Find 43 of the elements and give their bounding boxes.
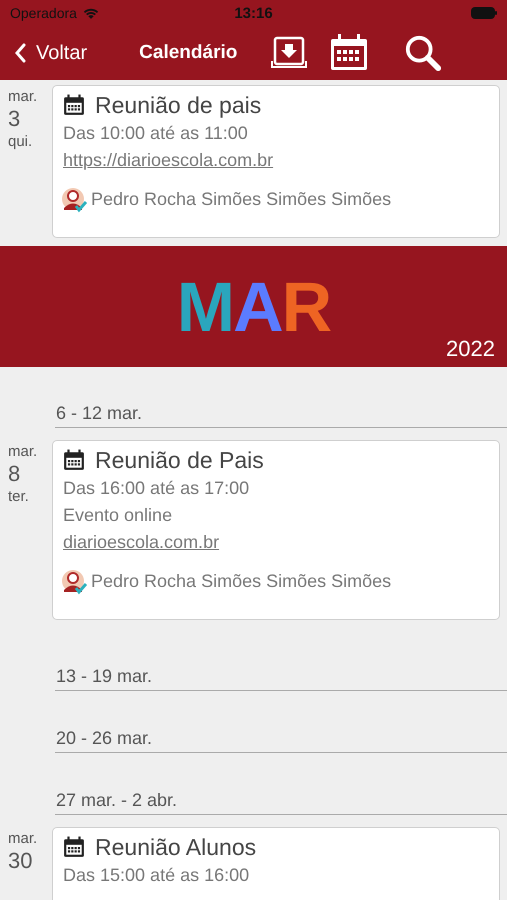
day-month: mar.	[8, 88, 38, 105]
event-card[interactable]: Reunião de pais Das 10:00 até as 11:00 https://diarioescola.com.br Pedro Rocha Simões Simões Simões	[52, 85, 500, 238]
day-number: 30	[8, 847, 32, 875]
week-range: 6 - 12 mar.	[56, 403, 142, 423]
download-icon[interactable]	[271, 36, 308, 70]
day-number: 3	[8, 105, 20, 133]
day-month: mar.	[8, 830, 38, 847]
event-time: Das 10:00 até as 11:00	[63, 122, 248, 145]
week-range: 13 - 19 mar.	[56, 666, 152, 686]
calendar-icon[interactable]	[329, 34, 370, 72]
back-button[interactable]: Voltar	[14, 42, 88, 64]
event-title: Reunião de Pais	[95, 446, 264, 475]
person-check-icon	[61, 186, 87, 212]
clock-time: 13:16	[233, 4, 274, 22]
month-name: MAR	[176, 266, 330, 346]
battery-icon	[471, 7, 497, 19]
event-title: Reunião de pais	[95, 91, 262, 120]
day-month: mar.	[8, 443, 38, 460]
person-check-icon	[61, 568, 87, 594]
event-location: Evento online	[63, 504, 172, 527]
event-card[interactable]: Reunião de Pais Das 16:00 até as 17:00 Evento online diarioescola.com.br Pedro Rocha Simões Simões Simões	[52, 440, 500, 620]
month-year: 2022	[446, 336, 495, 362]
search-icon[interactable]	[403, 34, 444, 72]
calendar-icon	[63, 449, 85, 471]
attendee-name: Pedro Rocha Simões Simões Simões	[91, 570, 392, 593]
attendee-name: Pedro Rocha Simões Simões Simões	[91, 188, 392, 211]
calendar-icon	[63, 94, 85, 116]
wifi-icon	[82, 6, 100, 20]
day-weekday: ter.	[8, 488, 29, 505]
week-range: 27 mar. - 2 abr.	[56, 790, 178, 810]
event-time: Das 15:00 até as 16:00	[63, 864, 250, 887]
week-range: 20 - 26 mar.	[56, 728, 152, 748]
day-weekday: qui.	[8, 133, 32, 150]
event-link[interactable]: https://diarioescola.com.br	[63, 147, 274, 174]
screen-title: Calendário	[139, 42, 238, 64]
event-time: Das 16:00 até as 17:00	[63, 477, 250, 500]
day-number: 8	[8, 460, 20, 488]
carrier-name: Operadora	[10, 5, 77, 21]
event-card[interactable]: Reunião Alunos Das 15:00 até as 16:00	[52, 827, 500, 900]
calendar-icon	[63, 836, 85, 858]
event-link[interactable]: diarioescola.com.br	[63, 529, 220, 556]
event-title: Reunião Alunos	[95, 833, 256, 862]
chevron-left-icon	[14, 43, 26, 63]
